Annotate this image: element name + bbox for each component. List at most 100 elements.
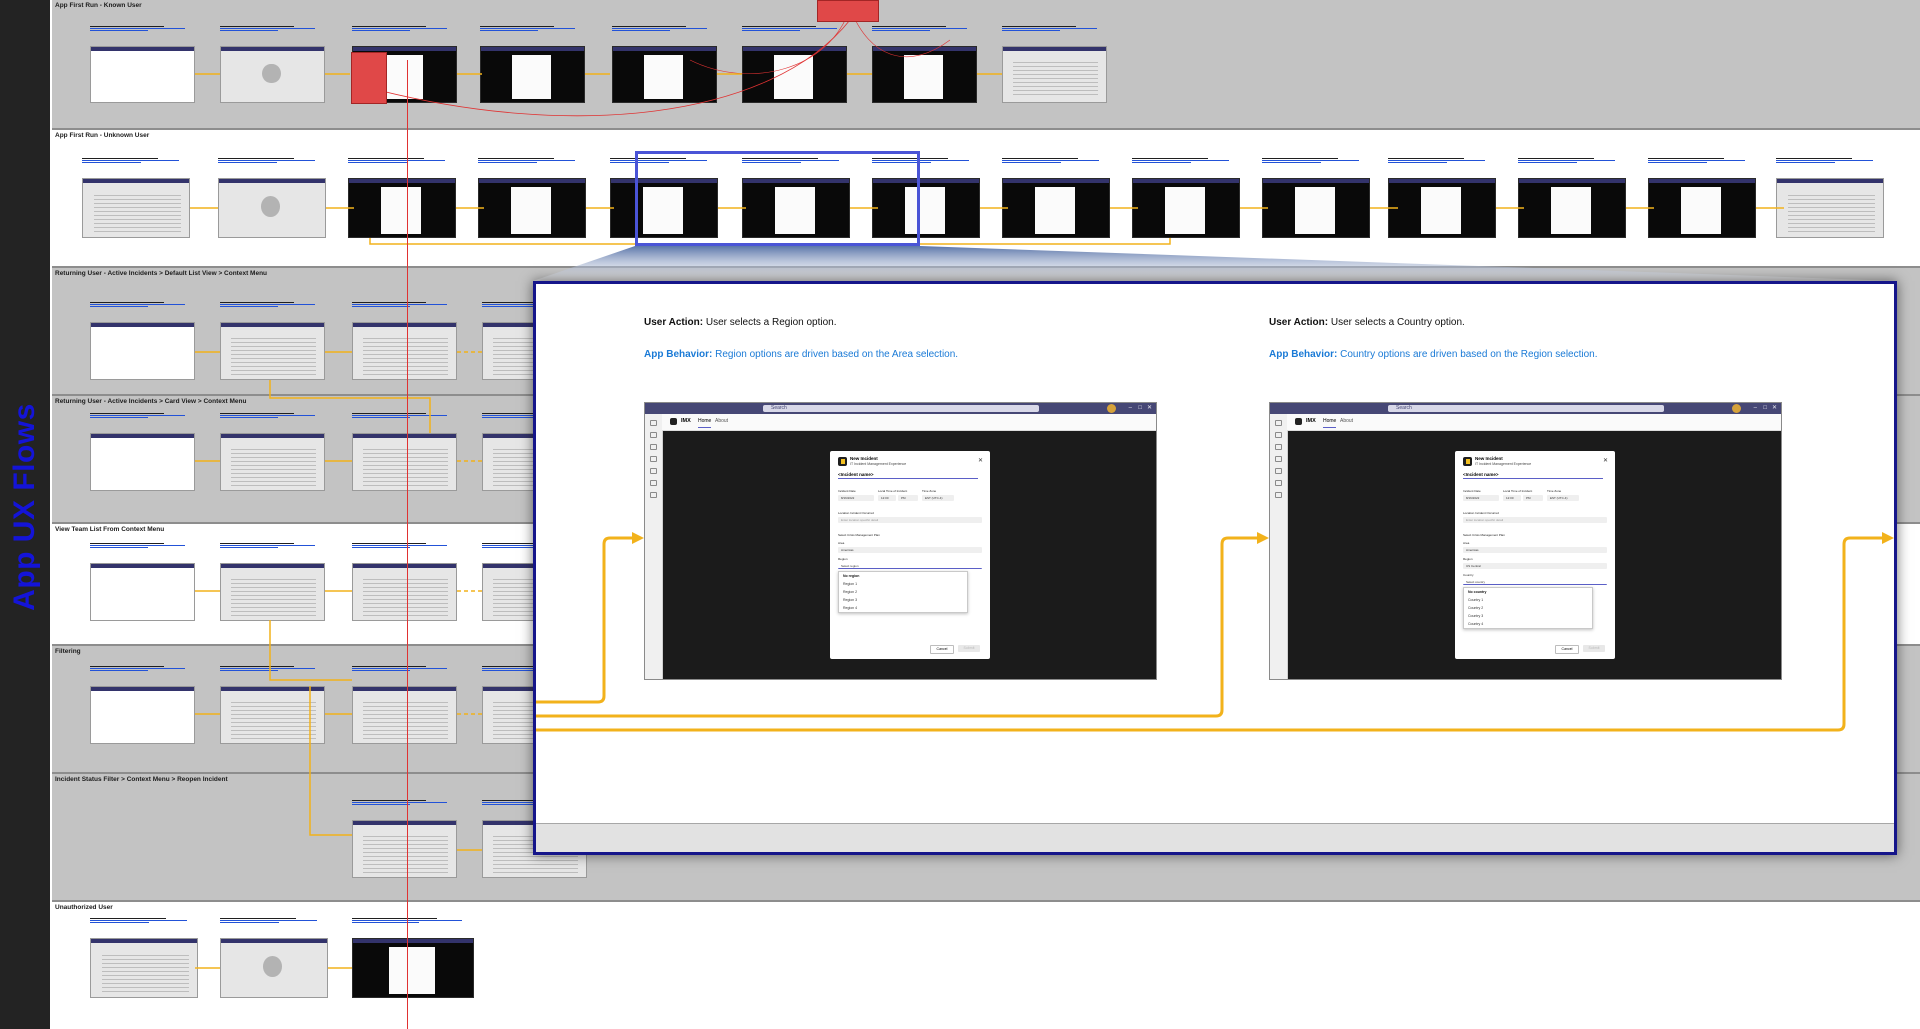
screen-thumbnail[interactable] (90, 563, 195, 621)
submit-button[interactable]: Submit (1583, 645, 1605, 652)
rail-calendar-icon[interactable] (650, 456, 657, 462)
minimize-icon[interactable]: – (1129, 404, 1132, 413)
rail-imx-icon[interactable] (650, 492, 657, 498)
minimize-icon[interactable]: – (1754, 404, 1757, 413)
maximize-icon[interactable]: □ (1138, 404, 1142, 413)
location-input[interactable]: Enter location specific detail (1463, 517, 1607, 523)
location-input[interactable]: Enter location specific detail (838, 517, 982, 523)
search-input[interactable]: Search (1388, 405, 1664, 412)
submit-button[interactable]: Submit (958, 645, 980, 652)
tab-about[interactable]: About (1340, 416, 1353, 427)
screen-country-select[interactable]: Search – □ ✕ IMX Home About New Incident IT Inci… (1269, 402, 1782, 680)
country-option[interactable]: Country 2 (1464, 604, 1592, 612)
screen-thumbnail[interactable] (90, 686, 195, 744)
region-option[interactable]: Region 3 (839, 596, 967, 604)
dialog-close-icon[interactable]: ✕ (1603, 457, 1608, 464)
region-option[interactable]: No region (839, 572, 967, 580)
screen-thumbnail[interactable] (348, 178, 456, 238)
screen-thumbnail[interactable] (1002, 46, 1107, 103)
avatar[interactable] (1107, 404, 1116, 413)
screen-thumbnail[interactable] (1002, 178, 1110, 238)
screen-thumbnail[interactable] (352, 433, 457, 491)
region-select[interactable]: Select region (838, 563, 982, 569)
rail-imx-icon[interactable] (1275, 492, 1282, 498)
screen-thumbnail[interactable] (1776, 178, 1884, 238)
screen-thumbnail[interactable] (352, 563, 457, 621)
rail-chat-icon[interactable] (650, 432, 657, 438)
tab-about[interactable]: About (715, 416, 728, 427)
screen-thumbnail[interactable] (612, 46, 717, 103)
maximize-icon[interactable]: □ (1763, 404, 1767, 413)
rail-calendar-icon[interactable] (1275, 456, 1282, 462)
screen-thumbnail[interactable] (90, 46, 195, 103)
time-zone-select[interactable]: EST (UTC-4) (1547, 495, 1579, 501)
rail-files-icon[interactable] (650, 480, 657, 486)
country-option[interactable]: Country 4 (1464, 620, 1592, 628)
screen-thumbnail[interactable] (218, 178, 326, 238)
screen-thumbnail[interactable] (352, 686, 457, 744)
screen-thumbnail[interactable] (220, 46, 325, 103)
rail-activity-icon[interactable] (650, 420, 657, 426)
region-option[interactable]: Region 2 (839, 588, 967, 596)
rail-activity-icon[interactable] (1275, 420, 1282, 426)
country-select[interactable]: Select country (1463, 579, 1607, 585)
rail-files-icon[interactable] (1275, 480, 1282, 486)
region-option[interactable]: Region 1 (839, 580, 967, 588)
tab-home[interactable]: Home (1323, 416, 1337, 428)
screen-thumbnail[interactable] (1518, 178, 1626, 238)
cancel-button[interactable]: Cancel (930, 645, 954, 654)
incident-time-field[interactable]: 12:00 (1503, 495, 1521, 501)
avatar[interactable] (1732, 404, 1741, 413)
rail-teams-icon[interactable] (650, 444, 657, 450)
cancel-button[interactable]: Cancel (1555, 645, 1579, 654)
country-option[interactable]: Country 1 (1464, 596, 1592, 604)
screen-thumbnail[interactable] (220, 563, 325, 621)
country-dropdown[interactable]: No country Country 1 Country 2 Country 3 Cou… (1463, 587, 1593, 629)
screen-thumbnail[interactable] (220, 433, 325, 491)
ampm-select[interactable]: PM (898, 495, 918, 501)
screen-thumbnail[interactable] (1648, 178, 1756, 238)
screen-thumbnail[interactable] (352, 820, 457, 878)
area-label: Area (1463, 541, 1470, 545)
area-select[interactable]: Americas (838, 547, 982, 553)
close-icon[interactable]: ✕ (1772, 404, 1777, 413)
screen-thumbnail[interactable] (90, 938, 198, 998)
area-select[interactable]: Americas (1463, 547, 1607, 553)
screen-thumbnail[interactable] (480, 46, 585, 103)
screen-thumbnail[interactable] (90, 322, 195, 380)
rail-chat-icon[interactable] (1275, 432, 1282, 438)
incident-date-field[interactable]: 8/16/2022 (838, 495, 874, 501)
screen-thumbnail[interactable] (478, 178, 586, 238)
screen-thumbnail[interactable] (352, 322, 457, 380)
screen-thumbnail[interactable] (352, 938, 474, 998)
rail-calls-icon[interactable] (1275, 468, 1282, 474)
rail-teams-icon[interactable] (1275, 444, 1282, 450)
incident-time-field[interactable]: 12:00 (878, 495, 896, 501)
screen-region-select[interactable]: Search – □ ✕ IMX Home About New Incident IT Inci… (644, 402, 1157, 680)
time-zone-select[interactable]: EST (UTC-4) (922, 495, 954, 501)
country-option[interactable]: Country 3 (1464, 612, 1592, 620)
screen-thumbnail[interactable] (1132, 178, 1240, 238)
region-dropdown[interactable]: No region Region 1 Region 2 Region 3 Region … (838, 571, 968, 613)
region-option[interactable]: Region 4 (839, 604, 967, 612)
tab-home[interactable]: Home (698, 416, 712, 428)
rail-calls-icon[interactable] (650, 468, 657, 474)
screen-thumbnail[interactable] (82, 178, 190, 238)
country-option[interactable]: No country (1464, 588, 1592, 596)
screen-thumbnail[interactable] (220, 686, 325, 744)
screen-thumbnail[interactable] (872, 46, 977, 103)
incident-name-input[interactable]: <Incident name> (838, 472, 978, 479)
region-select[interactable]: US Central (1463, 563, 1607, 569)
screen-thumbnail[interactable] (220, 938, 328, 998)
incident-date-field[interactable]: 8/16/2022 (1463, 495, 1499, 501)
screen-thumbnail[interactable] (1388, 178, 1496, 238)
dialog-close-icon[interactable]: ✕ (978, 457, 983, 464)
screen-thumbnail[interactable] (220, 322, 325, 380)
search-input[interactable]: Search (763, 405, 1039, 412)
ampm-select[interactable]: PM (1523, 495, 1543, 501)
screen-thumbnail[interactable] (90, 433, 195, 491)
incident-name-input[interactable]: <Incident name> (1463, 472, 1603, 479)
screen-thumbnail[interactable] (742, 46, 847, 103)
close-icon[interactable]: ✕ (1147, 404, 1152, 413)
screen-thumbnail[interactable] (1262, 178, 1370, 238)
